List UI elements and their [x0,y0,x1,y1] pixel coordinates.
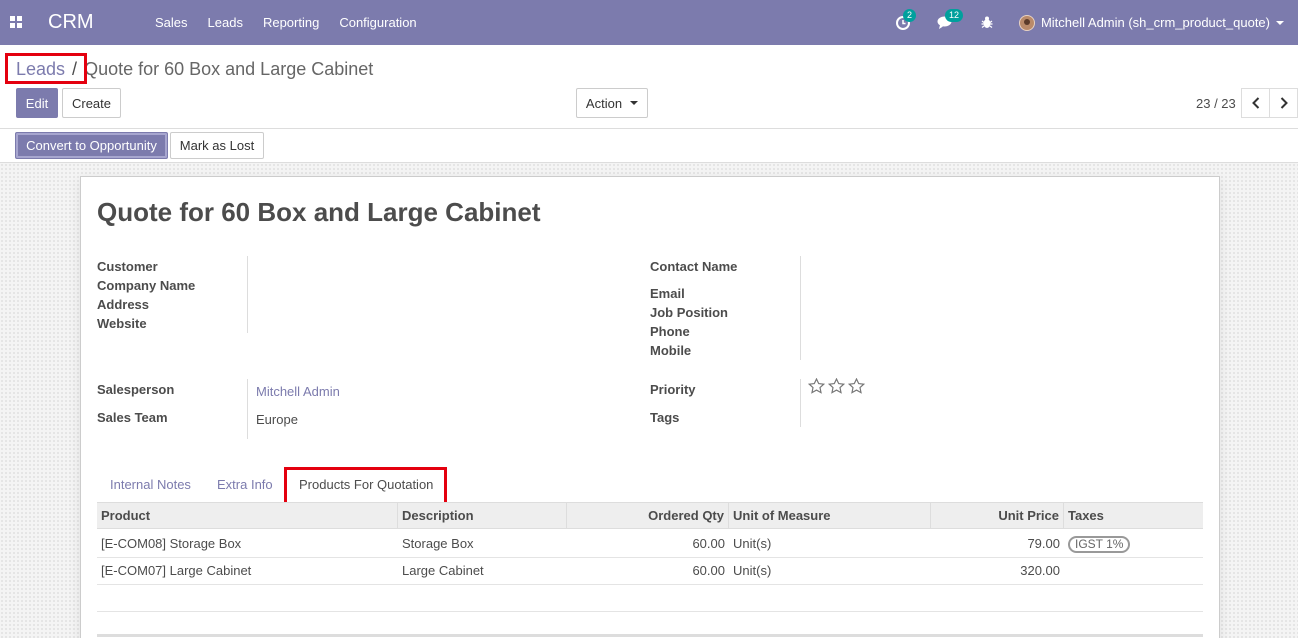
debug-bug-icon[interactable] [977,13,997,33]
company-name-label: Company Name [97,278,196,293]
form-sheet: Quote for 60 Box and Large Cabinet Custo… [80,176,1220,638]
messages-badge: 12 [944,8,963,22]
field-divider [247,256,248,333]
table-header: Product Description Ordered Qty Unit of … [97,502,1203,529]
job-position-label: Job Position [650,305,728,320]
salesperson-label: Salesperson [97,382,175,397]
statusbar: Convert to Opportunity Mark as Lost [0,129,1298,163]
systray: 2 12 Mitchell Admin (sh_crm_product_quot… [893,0,1284,45]
app-brand[interactable]: CRM [48,11,94,34]
table-row[interactable]: [E-COM08] Storage Box Storage Box 60.00 … [97,531,1203,558]
description-cell: Large Cabinet [402,563,484,578]
highlight-box-tab [284,467,447,505]
star-icon[interactable] [808,378,825,394]
highlight-box-breadcrumb [5,53,87,84]
pager-next-button[interactable] [1269,88,1298,118]
price-cell: 79.00 [1027,536,1060,551]
star-icon[interactable] [848,378,865,394]
empty-table-row [97,585,1203,612]
table-row[interactable]: [E-COM07] Large Cabinet Large Cabinet 60… [97,558,1203,585]
chevron-left-icon [1251,97,1259,109]
user-menu[interactable]: Mitchell Admin (sh_crm_product_quote) [1018,14,1284,31]
menu-item-sales[interactable]: Sales [145,0,198,45]
tax-tag: IGST 1% [1068,536,1131,553]
record-title: Quote for 60 Box and Large Cabinet [97,197,541,227]
price-cell: 320.00 [1020,563,1060,578]
menu-item-configuration[interactable]: Configuration [329,0,426,45]
phone-label: Phone [650,324,690,339]
table-footer [97,634,1203,637]
column-header-description[interactable]: Description [398,503,567,529]
taxes-cell: IGST 1% [1064,531,1203,557]
priority-stars [808,378,868,394]
qty-cell: 60.00 [692,563,725,578]
control-panel: Leads / Quote for 60 Box and Large Cabin… [0,45,1298,129]
product-cell: [E-COM08] Storage Box [101,536,242,551]
activity-clock-icon[interactable]: 2 [893,8,916,33]
action-label: Action [585,95,623,111]
sales-team-label: Sales Team [97,410,168,425]
menu-item-leads[interactable]: Leads [198,0,253,45]
qty-cell: 60.00 [692,536,725,551]
mark-as-lost-button[interactable]: Mark as Lost [170,132,264,159]
avatar [1018,14,1035,31]
activity-badge: 2 [902,8,916,22]
uom-cell: Unit(s) [733,563,772,578]
column-header-unit-of-measure[interactable]: Unit of Measure [729,503,931,529]
star-icon[interactable] [828,378,845,394]
taxes-cell [1064,558,1203,584]
pager-previous-button[interactable] [1241,88,1270,118]
mobile-label: Mobile [650,343,692,358]
customer-label: Customer [97,259,158,274]
column-header-product[interactable]: Product [97,503,398,529]
salesperson-value[interactable]: Mitchell Admin [256,384,340,399]
action-dropdown[interactable]: Action [576,88,648,118]
sales-team-value: Europe [256,412,298,427]
description-cell: Storage Box [402,536,474,551]
chevron-right-icon [1280,97,1288,109]
convert-to-opportunity-button[interactable]: Convert to Opportunity [15,132,168,159]
field-divider [247,379,248,439]
tab-extra-info[interactable]: Extra Info [217,467,273,503]
email-label: Email [650,286,685,301]
messages-chat-icon[interactable]: 12 [935,8,963,33]
apps-menu-icon[interactable] [10,16,22,28]
column-header-unit-price[interactable]: Unit Price [931,503,1064,529]
breadcrumb-current: Quote for 60 Box and Large Cabinet [84,59,374,79]
uom-cell: Unit(s) [733,536,772,551]
address-label: Address [97,297,150,312]
pager-value[interactable]: 23 / 23 [1196,96,1236,111]
column-header-ordered-qty[interactable]: Ordered Qty [567,503,729,529]
priority-label: Priority [650,382,696,397]
tab-internal-notes[interactable]: Internal Notes [110,467,191,503]
main-menu: Sales Leads Reporting Configuration [145,0,427,45]
caret-down-icon [1276,20,1284,25]
edit-button[interactable]: Edit [16,88,58,118]
contact-name-label: Contact Name [650,259,738,274]
caret-down-icon [630,101,639,105]
website-label: Website [97,316,147,331]
column-header-taxes[interactable]: Taxes [1064,503,1203,529]
product-cell: [E-COM07] Large Cabinet [101,563,252,578]
top-navbar: CRM Sales Leads Reporting Configuration … [0,0,1298,45]
tags-label: Tags [650,410,680,425]
field-divider [800,256,801,360]
field-divider [800,379,801,427]
create-button[interactable]: Create [62,88,121,118]
user-name: Mitchell Admin (sh_crm_product_quote) [1040,15,1270,30]
menu-item-reporting[interactable]: Reporting [253,0,329,45]
